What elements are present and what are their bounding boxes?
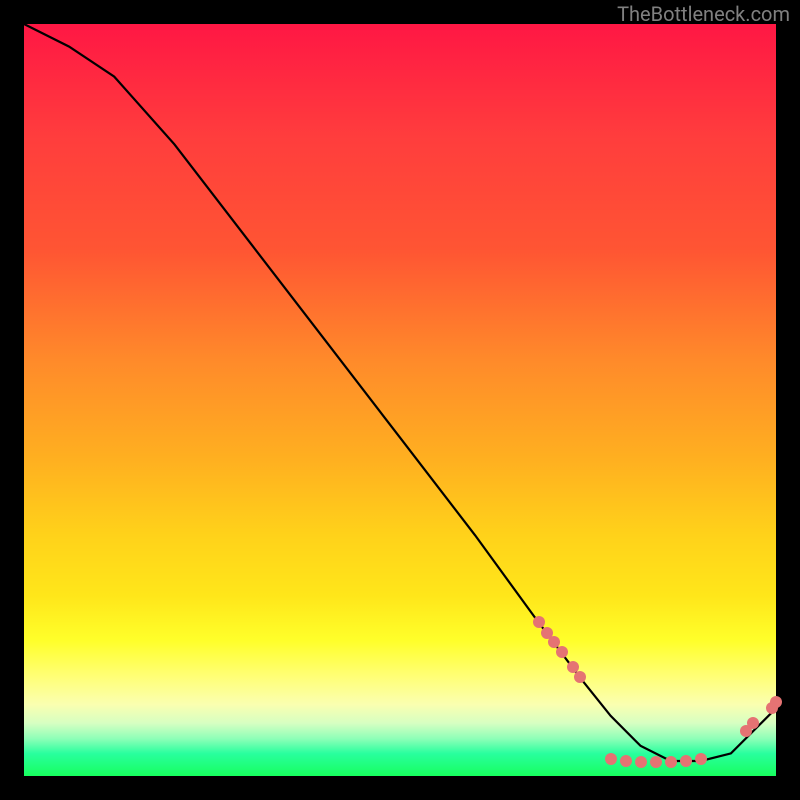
curve-path (24, 24, 776, 761)
highlight-marker (770, 696, 782, 708)
highlight-marker (680, 755, 692, 767)
plot-area (24, 24, 776, 776)
highlight-marker (556, 646, 568, 658)
highlight-marker (533, 616, 545, 628)
highlight-marker (650, 756, 662, 768)
chart-frame: TheBottleneck.com (0, 0, 800, 800)
highlight-marker (665, 756, 677, 768)
bottleneck-curve (24, 24, 776, 776)
watermark-text: TheBottleneck.com (617, 2, 790, 26)
highlight-marker (605, 753, 617, 765)
highlight-marker (620, 755, 632, 767)
highlight-marker (635, 756, 647, 768)
